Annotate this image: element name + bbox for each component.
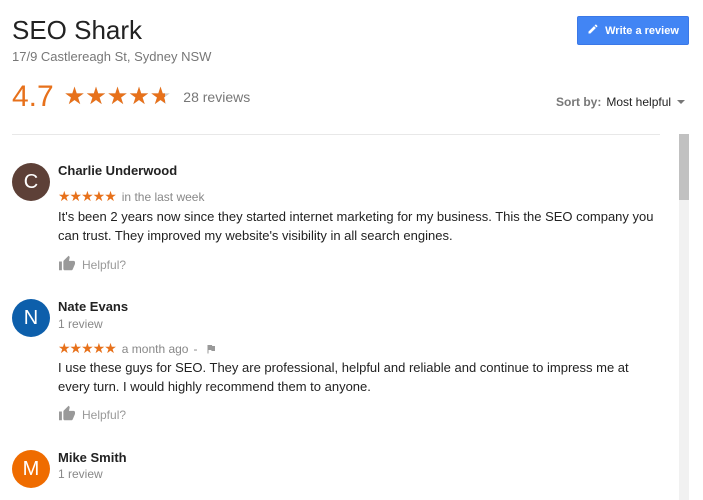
review-text: It's been 2 years now since they started… — [58, 209, 654, 243]
write-review-label: Write a review — [605, 24, 679, 37]
thumbs-up-icon — [58, 255, 82, 274]
rating-stars: ★★★★★ ★★★★★ — [63, 83, 172, 110]
review-meta: ★★★★★ a month ago - — [58, 340, 217, 357]
chevron-down-icon — [677, 100, 686, 104]
review-time: a month ago — [121, 341, 189, 356]
write-review-button[interactable]: Write a review — [577, 16, 689, 45]
review-meta: ★★★★★ in the last week — [58, 188, 204, 205]
helpful-label: Helpful? — [82, 407, 127, 422]
helpful-label: Helpful? — [82, 257, 127, 272]
place-title: SEO Shark — [12, 15, 143, 45]
avatar[interactable]: M — [12, 450, 50, 488]
sort-label: Sort by: — [556, 95, 602, 109]
review-stars: ★★★★★ — [58, 188, 117, 204]
sort-dropdown[interactable]: Sort by: Most helpful — [556, 95, 686, 109]
reviewer-name[interactable]: Mike Smith — [58, 450, 127, 465]
reviews-count-link[interactable]: 28 reviews — [183, 89, 250, 105]
review-stars: ★★★★★ — [58, 340, 117, 356]
avatar[interactable]: N — [12, 299, 50, 337]
helpful-button[interactable]: Helpful? — [58, 405, 126, 424]
sort-value: Most helpful — [606, 95, 672, 109]
rating-summary: 4.7 ★★★★★ ★★★★★ 28 reviews — [12, 80, 250, 114]
reviewer-name[interactable]: Charlie Underwood — [58, 163, 177, 178]
reviewer-review-count: 1 review — [58, 317, 103, 331]
review-text: I use these guys for SEO. They are profe… — [58, 360, 629, 394]
review-time: in the last week — [121, 189, 205, 204]
place-address: 17/9 Castlereagh St, Sydney NSW — [12, 49, 212, 64]
reviewer-review-count: 1 review — [58, 467, 103, 481]
divider — [12, 134, 660, 135]
helpful-button[interactable]: Helpful? — [58, 255, 126, 274]
flag-icon[interactable] — [205, 343, 217, 355]
pencil-icon — [587, 23, 605, 38]
avatar[interactable]: C — [12, 163, 50, 201]
meta-separator: - — [193, 341, 198, 356]
scrollbar-thumb[interactable] — [679, 134, 689, 200]
average-rating: 4.7 — [12, 80, 54, 113]
thumbs-up-icon — [58, 405, 82, 424]
reviewer-name[interactable]: Nate Evans — [58, 299, 128, 314]
